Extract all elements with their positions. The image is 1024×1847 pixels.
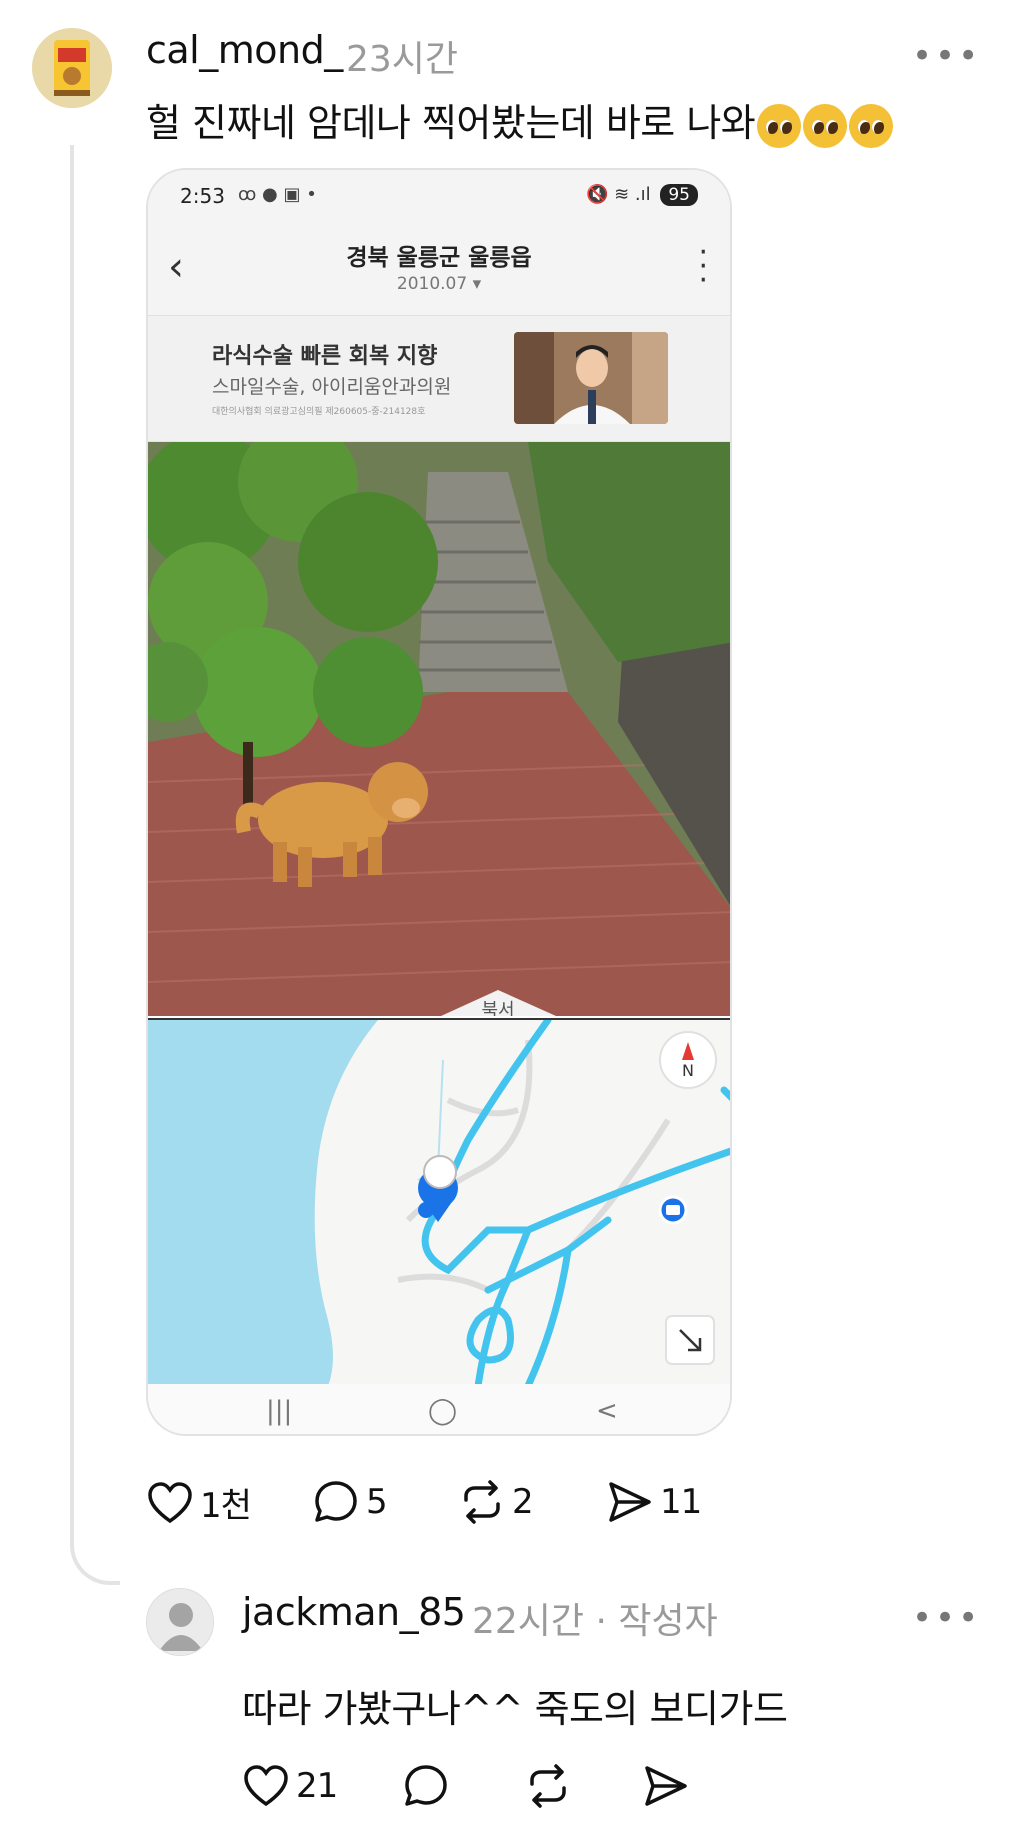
battery-icon: 95	[660, 184, 698, 206]
status-clock: 2:53	[180, 184, 225, 208]
comment-count: 5	[366, 1482, 388, 1522]
reply-action-bar: 21	[242, 1762, 702, 1822]
location-title: 경북 울릉군 울릉읍	[346, 245, 532, 271]
snack-bag-avatar-image	[32, 28, 112, 108]
status-bar: 2:53 ꝏ ● ▣ • 🔇 ≋ .ıl 95	[148, 170, 730, 226]
map-canvas: N	[148, 1016, 730, 1390]
street-view-photo[interactable]: 북서	[148, 422, 730, 1021]
share-button[interactable]: 11	[606, 1478, 702, 1526]
heart-icon	[148, 1481, 192, 1523]
android-nav-bar: ||| ◯ <	[148, 1384, 730, 1434]
pleading-face-emoji-icon	[803, 103, 848, 148]
avatar[interactable]	[32, 28, 112, 108]
reply-repost-button[interactable]	[524, 1762, 572, 1810]
reply-text: 따라 가봤구나^^ 죽도의 보디가드	[242, 1687, 788, 1731]
reply-comment-button[interactable]	[402, 1762, 450, 1810]
reply-timestamp: 22시간 · 작성자	[472, 1601, 718, 1642]
ad-banner[interactable]: 라식수술 빠른 회복 지향 스마일수술, 아이리움안과의원 대한의사협회 의료광…	[148, 316, 730, 442]
post-username[interactable]: cal_mond_	[146, 28, 343, 72]
reply-share-button[interactable]	[642, 1762, 690, 1810]
direction-label: 북서	[481, 1000, 514, 1016]
speech-bubble-icon	[315, 1481, 357, 1522]
date-selector[interactable]: 2010.07 ▾	[148, 274, 730, 294]
post-timestamp: 23시간	[346, 39, 459, 80]
repost-count: 2	[512, 1482, 534, 1522]
repost-icon	[530, 1764, 566, 1808]
recent-apps-icon[interactable]: |||	[266, 1396, 292, 1426]
ad-fineprint: 대한의사협회 의료광고심의필 제260605-중-214128호	[212, 407, 426, 417]
kebab-menu-icon[interactable]: · · ·	[698, 238, 708, 296]
pleading-face-emoji-icon	[849, 103, 894, 148]
mini-map[interactable]: N	[148, 1016, 730, 1390]
like-button[interactable]: 1천	[146, 1478, 252, 1527]
post-action-bar: 1천 5 2 11	[146, 1478, 706, 1538]
app-bar: ‹ 경북 울릉군 울릉읍 2010.07 ▾ · · ·	[148, 226, 730, 316]
share-count: 11	[660, 1482, 702, 1522]
attached-screenshot[interactable]: 2:53 ꝏ ● ▣ • 🔇 ≋ .ıl 95 ‹ 경북 울릉군 울릉읍 201…	[146, 168, 732, 1436]
pleading-face-emoji-icon	[757, 103, 802, 148]
signal-icons: 🔇 ≋ .ıl	[585, 184, 651, 205]
comment-button[interactable]: 5	[312, 1478, 388, 1526]
send-icon	[645, 1766, 687, 1806]
post-text: 헐 진짜네 암데나 찍어봤는데 바로 나와	[146, 101, 756, 145]
reply-username[interactable]: jackman_85	[242, 1590, 466, 1634]
ad-subtext: 스마일수술, 아이리움안과의원	[212, 376, 452, 398]
street-view-dog-image: 북서	[148, 422, 730, 1021]
repost-button[interactable]: 2	[458, 1478, 534, 1526]
compass-label: N	[682, 1061, 694, 1080]
reply-like-count: 21	[296, 1766, 338, 1806]
back-icon[interactable]: <	[596, 1396, 618, 1426]
thread-connector-line	[70, 145, 120, 1585]
status-notification-icons: ꝏ ● ▣ •	[238, 184, 317, 205]
ad-doctor-image	[514, 332, 668, 424]
reply-like-button[interactable]: 21	[242, 1762, 338, 1810]
more-options-icon[interactable]: •••	[912, 36, 981, 76]
post-body: 헐 진짜네 암데나 찍어봤는데 바로 나와	[146, 92, 894, 148]
home-icon[interactable]: ◯	[428, 1396, 457, 1426]
send-icon	[609, 1482, 651, 1522]
ad-headline: 라식수술 빠른 회복 지향	[212, 344, 438, 369]
like-count: 1천	[200, 1486, 252, 1526]
speech-bubble-icon	[405, 1765, 447, 1806]
repost-icon	[464, 1480, 500, 1524]
default-user-icon	[147, 1589, 213, 1655]
reply-avatar[interactable]	[146, 1588, 214, 1656]
status-system-icons: 🔇 ≋ .ıl 95	[586, 184, 698, 206]
reply-more-options-icon[interactable]: •••	[912, 1598, 981, 1638]
heart-icon	[244, 1765, 288, 1807]
